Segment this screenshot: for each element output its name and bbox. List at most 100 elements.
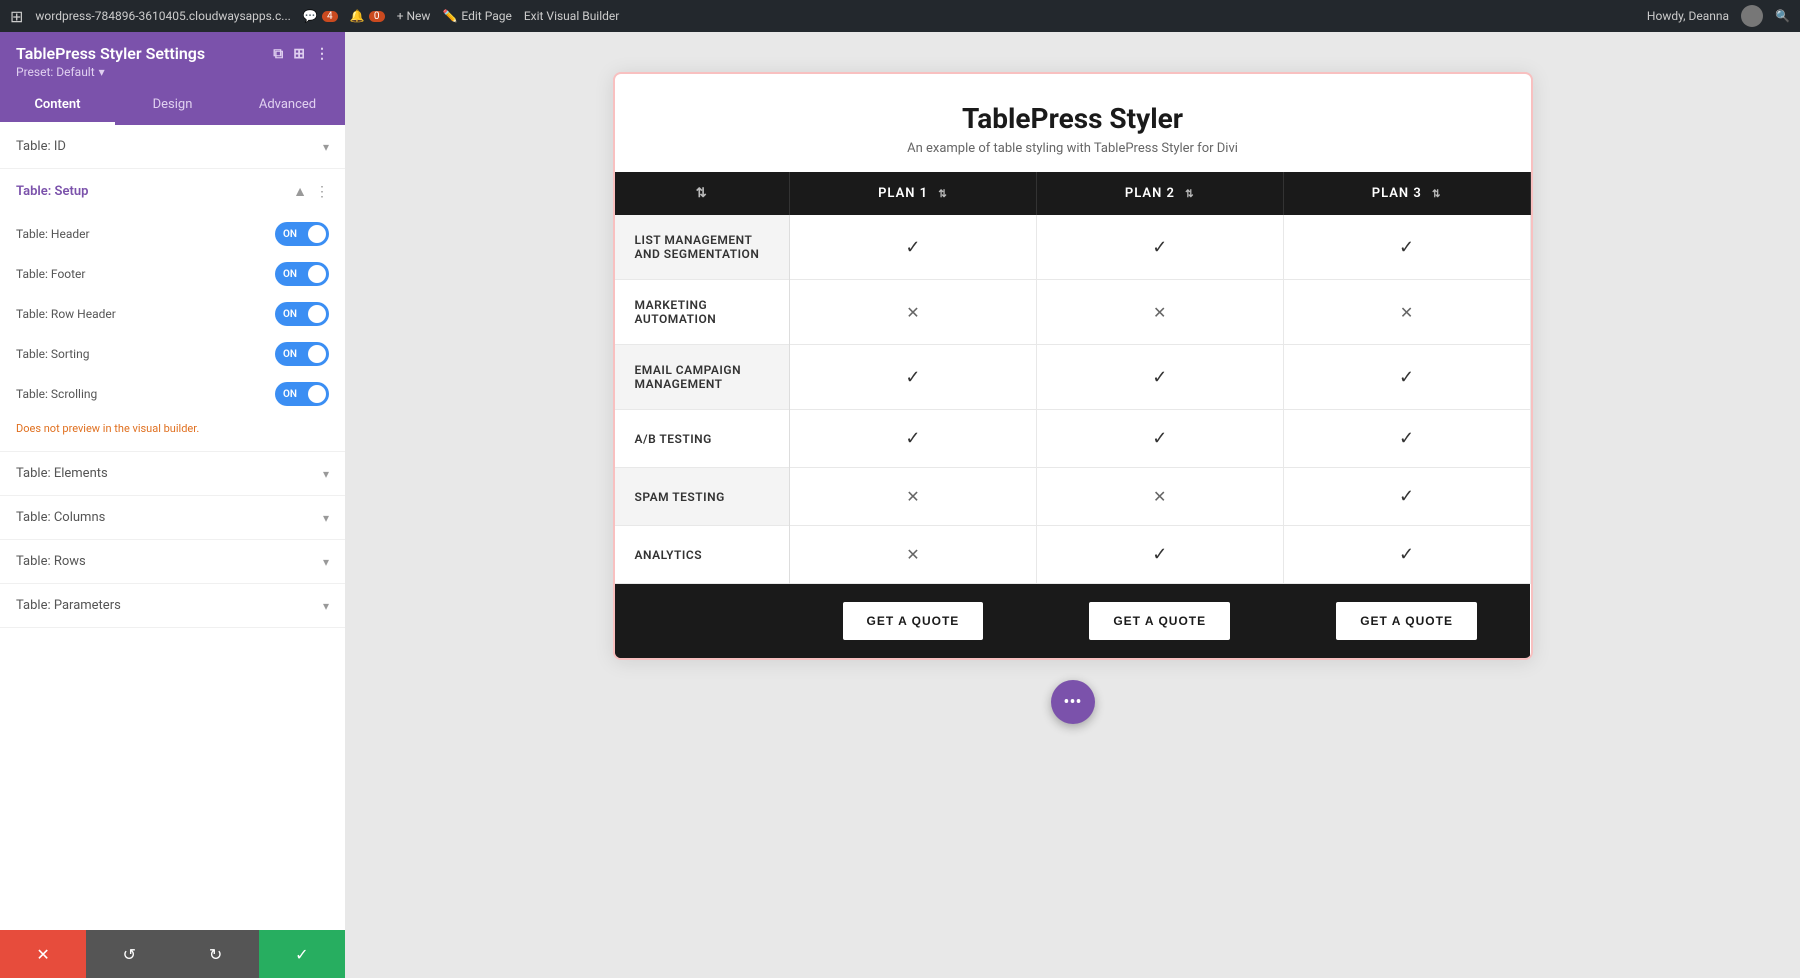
toggle-knob-5	[308, 385, 326, 403]
section-table-id-header[interactable]: Table: ID ▾	[0, 125, 345, 168]
plan3-cell: ✓	[1283, 526, 1530, 584]
toggle-on-text-5: ON	[277, 389, 297, 400]
wp-logo[interactable]: ⊞	[10, 7, 23, 26]
notification-icon: 🔔	[350, 9, 365, 23]
toggle-scrolling-switch[interactable]: ON	[275, 382, 329, 406]
table-header-row: ⇅ PLAN 1 ⇅ PLAN 2 ⇅ PLAN 3 ⇅	[615, 172, 1531, 215]
get-quote-plan3-button[interactable]: GET A QUOTE	[1336, 602, 1477, 640]
notifications-link[interactable]: 🔔 0	[350, 9, 385, 23]
copy-icon[interactable]: ⧉	[273, 46, 283, 62]
sort-icon-plan3[interactable]: ⇅	[1432, 189, 1441, 200]
feature-cell: ANALYTICS	[615, 526, 790, 584]
toggle-on-text-4: ON	[277, 349, 297, 360]
plan1-cell: ✓	[790, 215, 1037, 280]
section-table-columns-label: Table: Columns	[16, 510, 105, 525]
search-icon[interactable]: 🔍	[1775, 9, 1790, 23]
section-collapse-icon[interactable]: ▲	[293, 183, 307, 200]
sort-icon-feature[interactable]: ⇅	[696, 186, 708, 201]
table-row: A/B TESTING ✓ ✓ ✓	[615, 410, 1531, 468]
plan2-cell: ✓	[1036, 345, 1283, 410]
comments-link[interactable]: 💬 4	[303, 9, 338, 23]
table-body: LIST MANAGEMENT AND SEGMENTATION ✓ ✓ ✓ M…	[615, 215, 1531, 584]
feature-cell: MARKETING AUTOMATION	[615, 280, 790, 345]
section-table-elements-header[interactable]: Table: Elements ▾	[0, 452, 345, 495]
more-options-icon[interactable]: ⋮	[315, 46, 329, 62]
toggle-on-text-2: ON	[277, 269, 297, 280]
section-table-columns-chevron: ▾	[323, 511, 329, 525]
edit-page-link[interactable]: ✏️ Edit Page	[442, 9, 511, 23]
cross-icon: ✕	[1153, 303, 1166, 322]
toggle-row-header-switch[interactable]: ON	[275, 302, 329, 326]
toggle-footer-switch[interactable]: ON	[275, 262, 329, 286]
table-row: MARKETING AUTOMATION ✕ ✕ ✕	[615, 280, 1531, 345]
check-icon: ✓	[1152, 367, 1167, 388]
exit-builder-link[interactable]: Exit Visual Builder	[524, 9, 620, 23]
user-avatar	[1741, 5, 1763, 27]
site-url[interactable]: wordpress-784896-3610405.cloudwaysapps.c…	[35, 9, 290, 23]
content-area: TablePress Styler An example of table st…	[345, 32, 1800, 978]
wp-admin-bar: ⊞ wordpress-784896-3610405.cloudwaysapps…	[0, 0, 1800, 32]
section-table-parameters-header[interactable]: Table: Parameters ▾	[0, 584, 345, 627]
feature-cell: EMAIL CAMPAIGN MANAGEMENT	[615, 345, 790, 410]
url-text: wordpress-784896-3610405.cloudwaysapps.c…	[35, 9, 290, 23]
pricing-table: ⇅ PLAN 1 ⇅ PLAN 2 ⇅ PLAN 3 ⇅	[615, 172, 1531, 658]
plan1-cell: ✓	[790, 410, 1037, 468]
get-quote-plan1-button[interactable]: GET A QUOTE	[843, 602, 984, 640]
footer-empty-cell	[615, 584, 790, 659]
preset-selector[interactable]: Preset: Default ▾	[16, 65, 329, 79]
plan2-cell: ✕	[1036, 280, 1283, 345]
section-table-rows-label: Table: Rows	[16, 554, 86, 569]
section-table-setup-header[interactable]: Table: Setup ▲ ⋮	[0, 169, 345, 214]
section-table-rows-header[interactable]: Table: Rows ▾	[0, 540, 345, 583]
save-icon: ✓	[295, 945, 308, 964]
cross-icon: ✕	[1153, 487, 1166, 506]
undo-button[interactable]: ↺	[86, 930, 172, 978]
section-table-rows: Table: Rows ▾	[0, 540, 345, 584]
sort-icon-plan2[interactable]: ⇅	[1185, 189, 1194, 200]
toggle-knob-4	[308, 345, 326, 363]
admin-bar-right: Howdy, Deanna 🔍	[1647, 5, 1790, 27]
check-icon: ✓	[905, 367, 920, 388]
plan3-cell: ✕	[1283, 280, 1530, 345]
sidebar-title-row: TablePress Styler Settings ⧉ ⊞ ⋮	[16, 44, 329, 63]
comment-icon: 💬	[303, 9, 318, 23]
check-icon: ✓	[1399, 544, 1414, 565]
toggle-scrolling-label: Table: Scrolling	[16, 387, 97, 401]
fab-button[interactable]: •••	[1051, 680, 1095, 724]
cross-icon: ✕	[906, 545, 919, 564]
section-table-columns-header[interactable]: Table: Columns ▾	[0, 496, 345, 539]
section-table-parameters-label: Table: Parameters	[16, 598, 121, 613]
toggle-sorting-switch[interactable]: ON	[275, 342, 329, 366]
plan2-cell: ✕	[1036, 468, 1283, 526]
tab-content[interactable]: Content	[0, 87, 115, 125]
tab-design[interactable]: Design	[115, 87, 230, 125]
section-table-setup-icons: ▲ ⋮	[293, 183, 329, 200]
toggle-row-sorting: Table: Sorting ON	[16, 334, 329, 374]
sort-icon-plan1[interactable]: ⇅	[938, 189, 947, 200]
redo-icon: ↻	[209, 945, 222, 964]
table-card: TablePress Styler An example of table st…	[613, 72, 1533, 660]
preset-chevron-icon: ▾	[99, 65, 105, 79]
footer-plan1-cell: GET A QUOTE	[790, 584, 1037, 659]
new-content-link[interactable]: + New	[397, 9, 431, 23]
sidebar: TablePress Styler Settings ⧉ ⊞ ⋮ Preset:…	[0, 32, 345, 978]
tab-advanced[interactable]: Advanced	[230, 87, 345, 125]
redo-button[interactable]: ↻	[173, 930, 259, 978]
toggle-header-switch[interactable]: ON	[275, 222, 329, 246]
toggle-row-footer: Table: Footer ON	[16, 254, 329, 294]
save-button[interactable]: ✓	[259, 930, 345, 978]
grid-icon[interactable]: ⊞	[293, 46, 305, 62]
toggle-knob-3	[308, 305, 326, 323]
cross-icon: ✕	[906, 303, 919, 322]
get-quote-plan2-button[interactable]: GET A QUOTE	[1089, 602, 1230, 640]
section-menu-icon[interactable]: ⋮	[315, 184, 329, 200]
plan2-cell: ✓	[1036, 410, 1283, 468]
user-greeting: Howdy, Deanna	[1647, 9, 1729, 23]
edit-page-label: Edit Page	[461, 9, 511, 23]
plan3-cell: ✓	[1283, 468, 1530, 526]
feature-cell: LIST MANAGEMENT AND SEGMENTATION	[615, 215, 790, 280]
toggle-on-text-3: ON	[277, 309, 297, 320]
check-icon: ✓	[905, 428, 920, 449]
plan3-cell: ✓	[1283, 215, 1530, 280]
close-button[interactable]: ✕	[0, 930, 86, 978]
